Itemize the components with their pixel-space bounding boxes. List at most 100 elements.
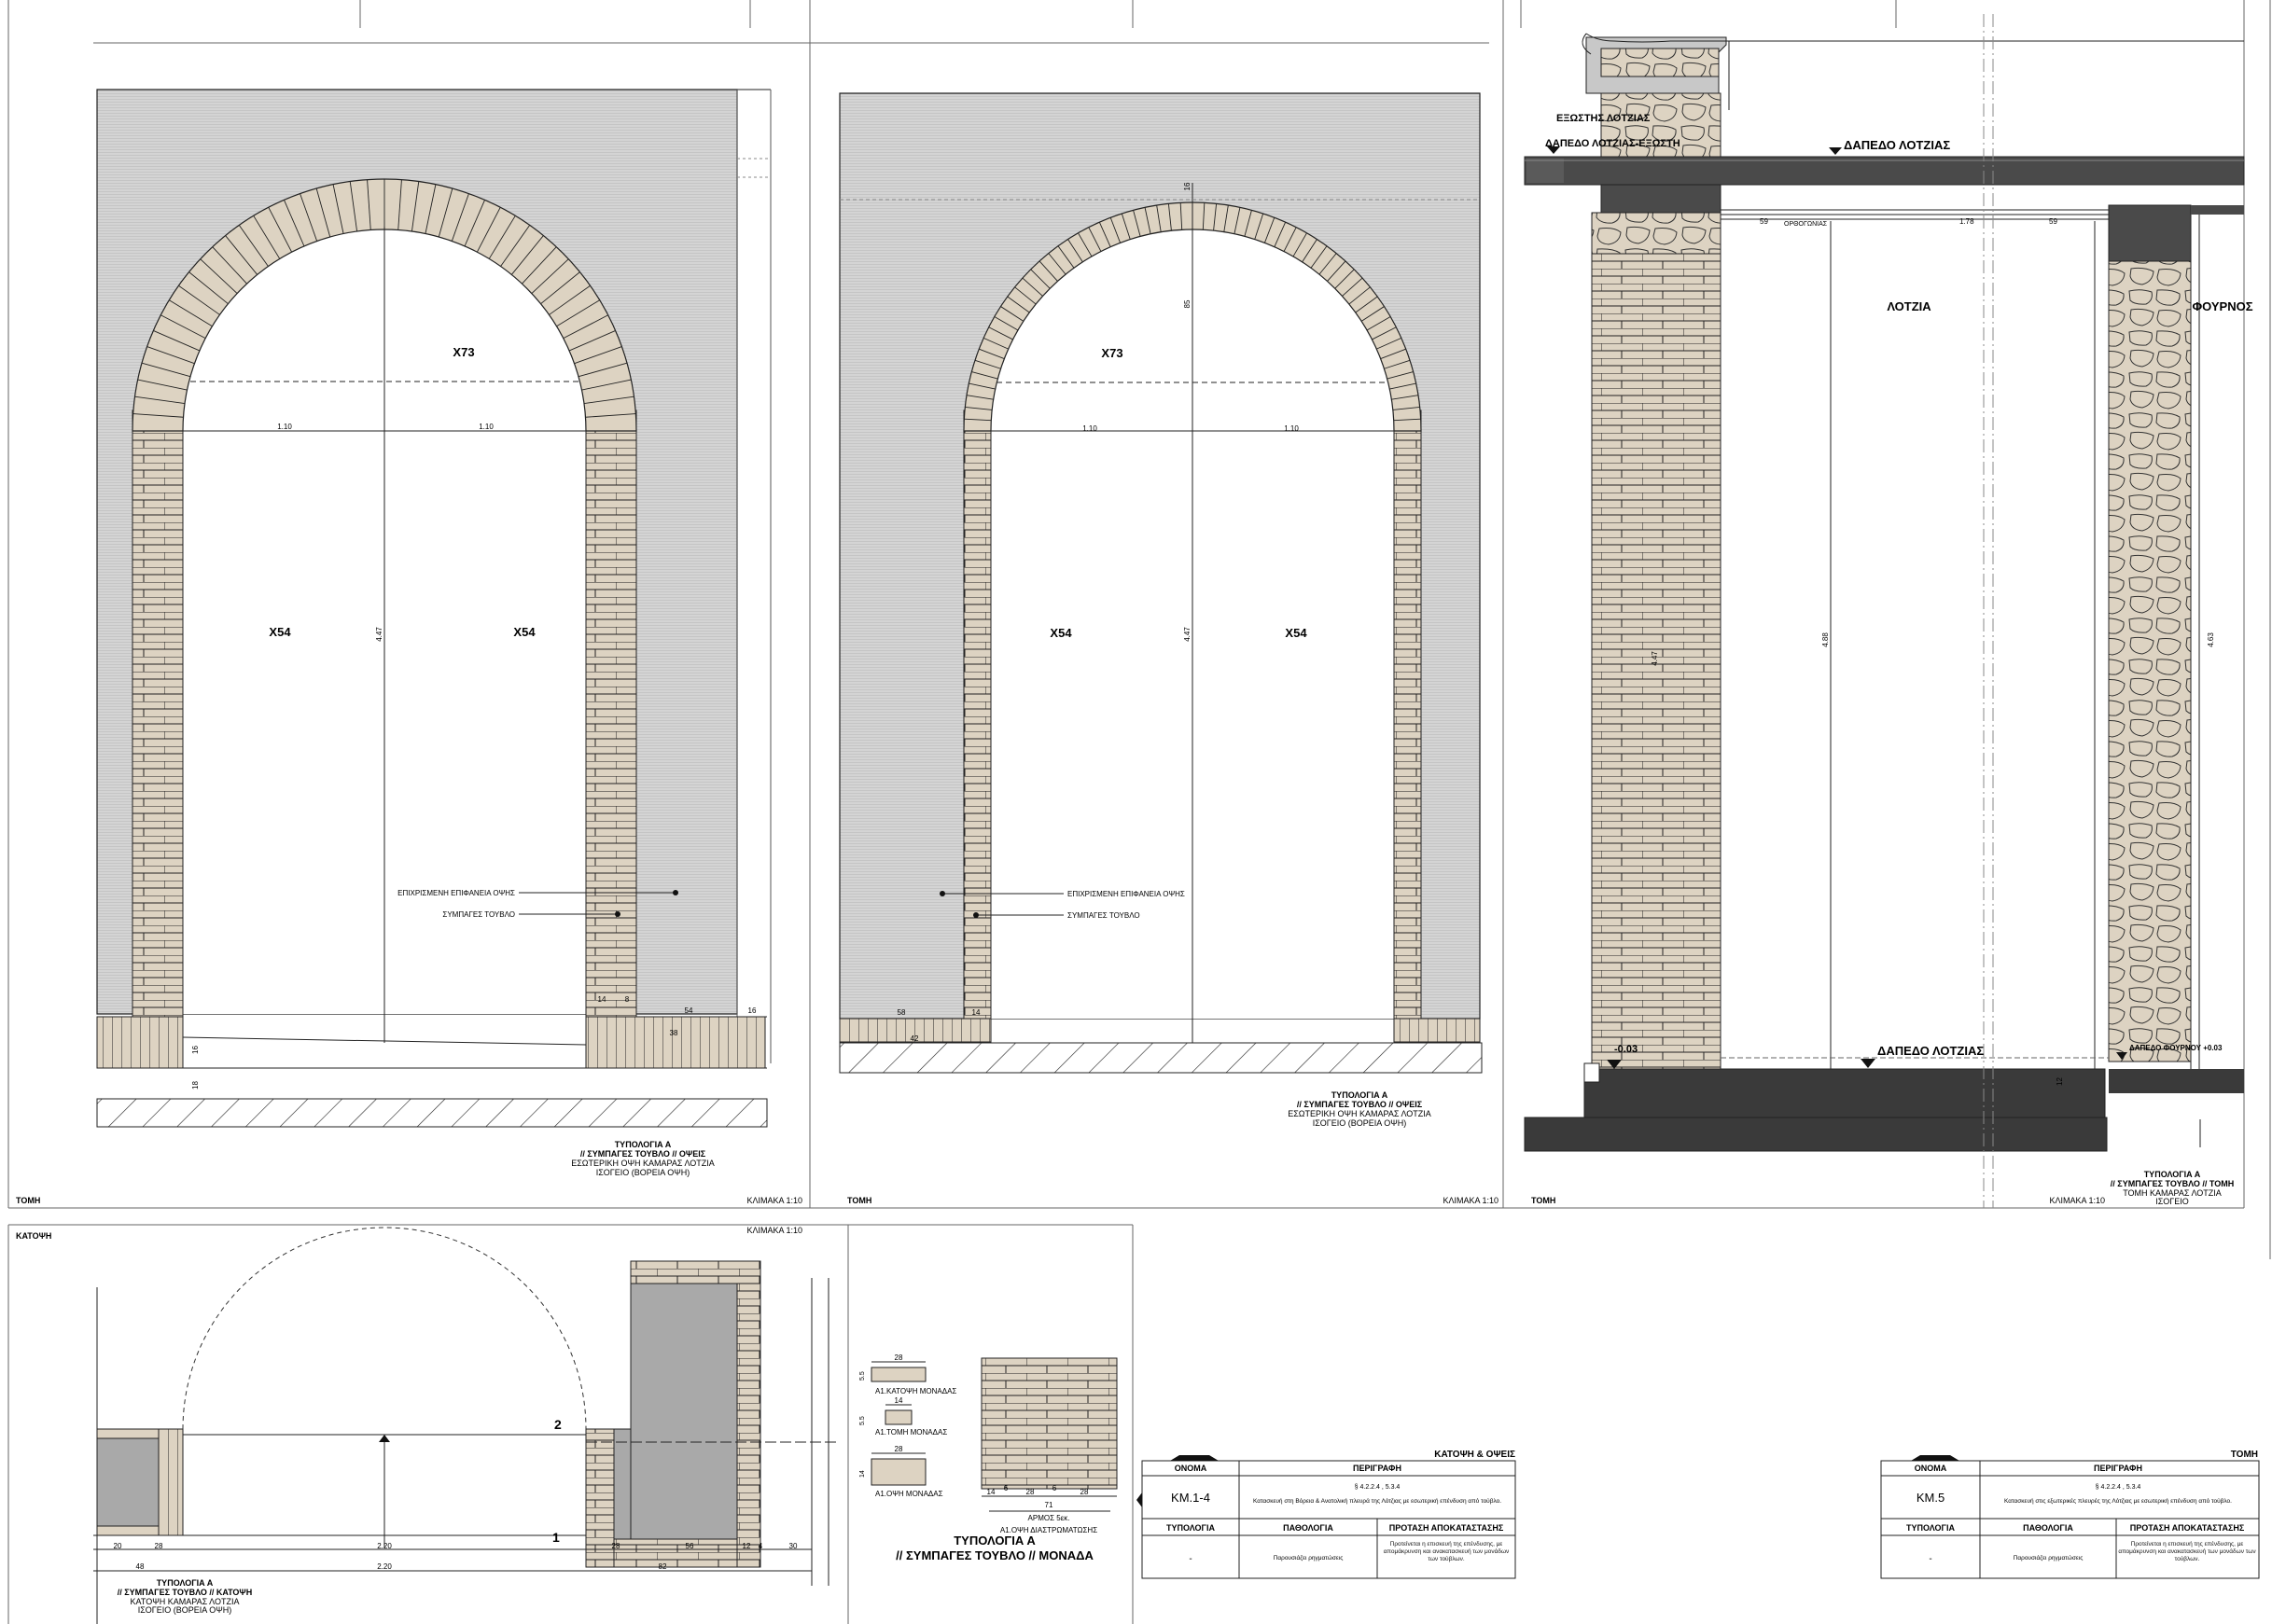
dim-14: 14 [598,995,606,1004]
tag-x73: X73 [453,345,474,359]
dim-height: 4.47 [375,627,383,642]
dim-span-right: 1.10 [479,423,494,431]
dim-16: 16 [748,1006,757,1015]
label-floor-top: ΔΑΠΕΔΟ ΛΟΤΖΙΑΣ [1844,138,1950,152]
panel-title: ΤΥΠΟΛΟΓΙΑ Α // ΣΥΜΠΑΓΕΣ ΤΟΥΒΛΟ // ΟΨΕΙΣ … [571,1140,715,1177]
svg-text:71: 71 [1045,1501,1053,1509]
dim-span-left: 1.10 [1082,424,1097,433]
bond-pattern [981,1357,1118,1490]
unit-plan-label: Α1.ΚΑΤΟΨΗ ΜΟΝΑΔΑΣ [875,1387,956,1395]
dim-16b: 16 [191,1046,200,1054]
foundation-hatch [96,1098,768,1128]
brick-pier [1591,212,1721,1070]
svg-text:// ΣΥΜΠΑΓΕΣ ΤΟΥΒΛΟ // ΜΟΝΑΔΑ: // ΣΥΜΠΑΓΕΣ ΤΟΥΒΛΟ // ΜΟΝΑΔΑ [896,1548,1094,1562]
unit-elevation-label: Α1.ΟΨΗ ΜΟΝΑΔΑΣ [875,1490,943,1498]
svg-text:// ΣΥΜΠΑΓΕΣ ΤΟΥΒΛΟ // ΟΨΕΙΣ: // ΣΥΜΠΑΓΕΣ ΤΟΥΒΛΟ // ΟΨΕΙΣ [580,1149,706,1159]
svg-text:ΤΥΠΟΛΟΓΙΑ Α: ΤΥΠΟΛΟΓΙΑ Α [954,1534,1036,1548]
svg-text:ΕΣΩΤΕΡΙΚΗ ΟΨΗ ΚΑΜΑΡΑΣ ΛΟΤΖΙΑ: ΕΣΩΤΕΡΙΚΗ ΟΨΗ ΚΑΜΑΡΑΣ ΛΟΤΖΙΑ [1288,1109,1431,1118]
svg-text:48: 48 [136,1562,145,1571]
label-oven: ΦΟΥΡΝΟΣ [2192,299,2252,313]
svg-text:ΙΣΟΓΕΙΟ: ΙΣΟΓΕΙΟ [2155,1197,2189,1206]
label-exterior-loggia: ΕΞΩΣΤΗΣ ΛΟΤΖΙΑΣ [1556,113,1651,124]
svg-text:ΠΑΘΟΛΟΓΙΑ: ΠΑΘΟΛΟΓΙΑ [1283,1523,1333,1533]
callout-brick: ΣΥΜΠΑΓΕΣ ΤΟΥΒΛΟ [442,910,515,919]
dim-18: 18 [191,1081,200,1090]
callout-render: ΕΠΙΧΡΙΣΜΕΝΗ ΕΠΙΦΑΝΕΙΑ ΟΨΗΣ [397,889,515,897]
svg-text:14: 14 [987,1488,996,1496]
svg-text:28: 28 [895,1353,903,1362]
svg-text:ΤΥΠΟΛΟΓΙΑ Α: ΤΥΠΟΛΟΓΙΑ Α [157,1578,214,1588]
svg-text:-: - [1189,1554,1192,1564]
svg-text:// ΣΥΜΠΑΓΕΣ ΤΟΥΒΛΟ // ΚΑΤΟΨΗ: // ΣΥΜΠΑΓΕΣ ΤΟΥΒΛΟ // ΚΑΤΟΨΗ [118,1588,252,1597]
brick-jamb-right [1393,409,1422,1022]
svg-text:ΠΡΟΤΑΣΗ ΑΠΟΚΑΤΑΣΤΑΣΗΣ: ΠΡΟΤΑΣΗ ΑΠΟΚΑΤΑΣΤΑΣΗΣ [1389,1523,1504,1533]
table-heading: ΚΑΤΟΨΗ & ΟΨΕΙΣ [1434,1450,1515,1460]
svg-text:ΤΥΠΟΛΟΓΙΑ Α: ΤΥΠΟΛΟΓΙΑ Α [1331,1090,1388,1100]
panel-scale: ΚΛΙΜΑΚΑ 1:10 [746,1226,802,1235]
label-floor-exterior: ΔΑΠΕΔΟ ΛΟΤΖΙΑΣ-ΕΞΩΣΤΗ [1545,138,1680,149]
unit-title: ΤΥΠΟΛΟΓΙΑ Α // ΣΥΜΠΑΓΕΣ ΤΟΥΒΛΟ // ΜΟΝΑΔΑ [896,1534,1094,1562]
svg-text:Κατασκευή στις εξωτερικές πλευ: Κατασκευή στις εξωτερικές πλευρές της Λό… [2004,1497,2232,1505]
svg-text:// ΣΥΜΠΑΓΕΣ ΤΟΥΒΛΟ // ΟΨΕΙΣ: // ΣΥΜΠΑΓΕΣ ΤΟΥΒΛΟ // ΟΨΕΙΣ [1297,1100,1423,1109]
panel-label: ΤΟΜΗ [1531,1196,1555,1205]
svg-text:ΠΑΘΟΛΟΓΙΑ: ΠΑΘΟΛΟΓΙΑ [2023,1523,2073,1533]
proposal-text: Προτείνεται η επισκευή της επένδυσης, με… [1383,1541,1510,1562]
svg-text:5.5: 5.5 [859,1416,866,1425]
stone-wall-oven [2108,260,2192,1062]
label-loggia: ΛΟΤΖΙΑ [1887,299,1931,313]
svg-text:20: 20 [114,1542,122,1550]
drawing-sheet: X73 X54 X54 1.10 1.10 4.47 54 16 38 16 1… [7,0,2271,1624]
unit-section-label: Α1.ΤΟΜΗ ΜΟΝΑΔΑΣ [875,1428,947,1437]
dim-58: 58 [898,1008,906,1017]
svg-text:ΙΣΟΓΕΙΟ (ΒΟΡΕΙΑ ΟΨΗ): ΙΣΟΓΕΙΟ (ΒΟΡΕΙΑ ΟΨΗ) [138,1605,232,1615]
label-floor-bottom: ΔΑΠΕΔΟ ΛΟΤΖΙΑΣ [1877,1044,1984,1058]
svg-text:ΕΣΩΤΕΡΙΚΗ ΟΨΗ ΚΑΜΑΡΑΣ ΛΟΤΖΙΑ: ΕΣΩΤΕΡΙΚΗ ΟΨΗ ΚΑΜΑΡΑΣ ΛΟΤΖΙΑ [571,1159,715,1168]
dim-42: 42 [911,1034,919,1043]
svg-text:ΤΥΠΟΛΟΓΙΑ: ΤΥΠΟΛΟΓΙΑ [1906,1523,1955,1533]
dim-178: 1.78 [1959,217,1974,226]
svg-text:6: 6 [1052,1484,1057,1492]
ground-slab [1583,1068,2106,1120]
tag-x54-right: X54 [513,625,536,639]
svg-text:ΙΣΟΓΕΙΟ (ΒΟΡΕΙΑ ΟΨΗ): ΙΣΟΓΕΙΟ (ΒΟΡΕΙΑ ΟΨΗ) [1313,1118,1407,1128]
arch-plan-dashed [182,1227,587,1430]
svg-text:ΠΡΟΤΑΣΗ ΑΠΟΚΑΤΑΣΤΑΣΗΣ: ΠΡΟΤΑΣΗ ΑΠΟΚΑΤΑΣΤΑΣΗΣ [2130,1523,2245,1533]
svg-text:28: 28 [155,1542,163,1550]
brick-jamb-right [585,409,637,1018]
svg-text:ΤΥΠΟΛΟΓΙΑ: ΤΥΠΟΛΟΓΙΑ [1166,1523,1215,1533]
callout-brick: ΣΥΜΠΑΓΕΣ ΤΟΥΒΛΟ [1067,911,1140,920]
panel-scale: ΚΛΙΜΑΚΑ 1:10 [746,1196,802,1205]
svg-text:ΤΥΠΟΛΟΓΙΑ Α: ΤΥΠΟΛΟΓΙΑ Α [615,1140,672,1149]
svg-text:6: 6 [1004,1484,1009,1492]
svg-text:§ 4.2.2.4 , 5.3.4: § 4.2.2.4 , 5.3.4 [1355,1484,1401,1491]
dim-8: 8 [625,995,630,1004]
dim-59b: 59 [2049,217,2057,226]
dim-12: 12 [2056,1077,2064,1086]
svg-text:82: 82 [659,1562,667,1571]
svg-text:12: 12 [743,1542,751,1550]
svg-text:4: 4 [759,1542,763,1550]
section-mark-2: 2 [554,1417,562,1432]
svg-text:ΠΕΡΙΓΡΑΦΗ: ΠΕΡΙΓΡΑΦΗ [1353,1464,1401,1473]
svg-text:5.5: 5.5 [859,1371,866,1381]
dim-h2: 4.88 [1821,632,1830,647]
table-km-5: ΤΟΜΗ ΟΝΟΜΑ ΠΕΡΙΓΡΑΦΗ ΚΜ.5 § 4.2.2.4 , 5.… [1880,1450,2260,1579]
svg-text:Παρουσιάζει ρηγματώσεις: Παρουσιάζει ρηγματώσεις [1274,1554,1344,1562]
proposal-text: Προτείνεται η επισκευή της επένδυσης, με… [2118,1541,2256,1562]
table-heading: ΤΟΜΗ [2231,1450,2258,1460]
dim-h1: 4.47 [1651,651,1659,666]
dim-key: 16 [1183,182,1192,190]
svg-text:ΙΣΟΓΕΙΟ (ΒΟΡΕΙΑ ΟΨΗ): ΙΣΟΓΕΙΟ (ΒΟΡΕΙΑ ΟΨΗ) [596,1168,690,1177]
svg-text:30: 30 [789,1542,798,1550]
callout-render: ΕΠΙΧΡΙΣΜΕΝΗ ΕΠΙΦΑΝΕΙΑ ΟΨΗΣ [1067,890,1185,898]
svg-text:14: 14 [859,1470,866,1478]
svg-text:ΟΝΟΜΑ: ΟΝΟΜΑ [1915,1464,1947,1473]
foundation-hatch [839,1042,1483,1074]
svg-text:ΤΥΠΟΛΟΓΙΑ Α: ΤΥΠΟΛΟΓΙΑ Α [2144,1170,2201,1179]
svg-text:14: 14 [895,1396,903,1405]
svg-text:// ΣΥΜΠΑΓΕΣ ΤΟΥΒΛΟ // ΤΟΜΗ: // ΣΥΜΠΑΓΕΣ ΤΟΥΒΛΟ // ΤΟΜΗ [2111,1179,2234,1188]
dim-38: 38 [670,1029,678,1037]
plan-drawing: 2 1 20 28 2.20 28 56 12 4 30 48 2.20 82 … [16,1226,840,1624]
table-km-1-4: ΚΑΤΟΨΗ & ΟΨΕΙΣ ΟΝΟΜΑ ΠΕΡΙΓΡΑΦΗ ΚΜ.1-4 § … [1136,1450,1516,1579]
panel-label: ΚΑΤΟΨΗ [16,1231,51,1241]
